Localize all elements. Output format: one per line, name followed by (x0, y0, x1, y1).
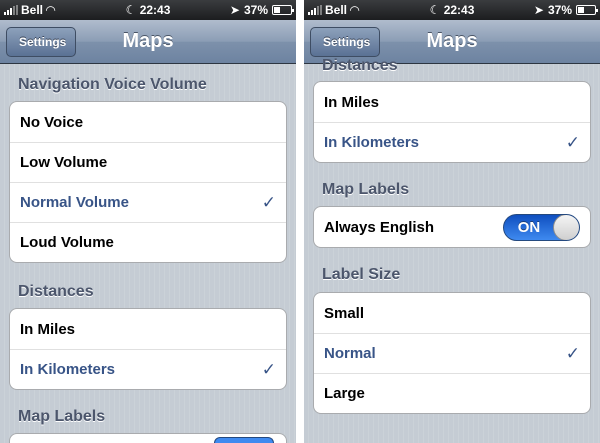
moon-icon: ☾ (125, 3, 140, 17)
voice-volume-group: No Voice Low Volume Normal Volume ✓ Loud … (9, 101, 287, 263)
row-always-english: Always English ON (314, 207, 590, 247)
clock-text: 22:43 (139, 3, 171, 17)
option-normal-volume[interactable]: Normal Volume ✓ (10, 182, 286, 222)
toggle-knob[interactable] (553, 214, 579, 240)
label-size-group: Small Normal ✓ Large (313, 292, 591, 414)
checkmark-icon: ✓ (261, 359, 276, 379)
status-right: ➤ 37% (229, 3, 294, 17)
checkmark-icon: ✓ (261, 192, 276, 212)
section-header-map-labels: Map Labels (322, 181, 410, 198)
option-label: Normal Volume (20, 194, 129, 211)
option-in-miles[interactable]: In Miles (314, 82, 590, 122)
toggle-switch-partial[interactable] (214, 437, 274, 443)
option-label: No Voice (20, 113, 84, 131)
option-in-miles[interactable]: In Miles (10, 309, 286, 349)
always-english-toggle[interactable]: ON (503, 213, 580, 241)
option-in-kilometers[interactable]: In Kilometers ✓ (314, 122, 590, 162)
map-labels-group: Always English ON (313, 206, 591, 248)
checkmark-icon: ✓ (565, 132, 580, 152)
moon-icon: ☾ (429, 3, 444, 17)
distances-group: In Miles In Kilometers ✓ (9, 308, 287, 390)
option-label: In Miles (324, 93, 380, 111)
page-title: Maps (426, 30, 478, 52)
toggle-state-text: ON (517, 218, 541, 236)
section-header-label-size: Label Size (322, 266, 401, 283)
option-label: In Miles (20, 320, 76, 338)
option-no-voice[interactable]: No Voice (10, 102, 286, 142)
left-screen: Bell ◠ ☾ 22:43 ➤ 37% Settings Maps Navig… (0, 0, 296, 443)
option-label: In Kilometers (324, 134, 420, 151)
option-label: Small (324, 304, 365, 322)
option-label: Always English (324, 218, 435, 236)
section-header-voice-volume: Navigation Voice Volume (18, 76, 207, 93)
checkmark-icon: ✓ (565, 343, 580, 363)
section-header-map-labels: Map Labels (18, 408, 106, 425)
section-header-distances: Distances (322, 57, 398, 74)
status-right: ➤ 37% (533, 3, 598, 17)
battery-fill (578, 7, 584, 13)
battery-percent: 37% (243, 3, 268, 17)
location-arrow-icon: ➤ (533, 3, 544, 17)
option-low-volume[interactable]: Low Volume (10, 142, 286, 182)
right-screen: Bell ◠ ☾ 22:43 ➤ 37% Settings Maps Dista… (304, 0, 600, 443)
status-bar: Bell ◠ ☾ 22:43 ➤ 37% (304, 0, 600, 20)
option-label: Large (324, 385, 365, 402)
option-label: Loud Volume (20, 234, 114, 251)
location-arrow-icon: ➤ (229, 3, 240, 17)
clock-text: 22:43 (443, 3, 475, 17)
option-normal[interactable]: Normal ✓ (314, 333, 590, 373)
status-bar: Bell ◠ ☾ 22:43 ➤ 37% (0, 0, 296, 20)
option-small[interactable]: Small (314, 293, 590, 333)
option-label: Normal (324, 345, 376, 362)
page-title: Maps (122, 30, 174, 52)
option-label: In Kilometers (20, 361, 116, 378)
battery-icon (576, 5, 598, 15)
option-loud-volume[interactable]: Loud Volume (10, 222, 286, 262)
section-header-distances: Distances (18, 283, 94, 300)
option-in-kilometers[interactable]: In Kilometers ✓ (10, 349, 286, 389)
distances-group: In Miles In Kilometers ✓ (313, 81, 591, 163)
option-label: Low Volume (20, 154, 108, 171)
navigation-bar: Settings Maps (0, 20, 296, 64)
battery-fill (274, 7, 280, 13)
option-large[interactable]: Large (314, 373, 590, 413)
battery-icon (272, 5, 294, 15)
battery-percent: 37% (547, 3, 572, 17)
